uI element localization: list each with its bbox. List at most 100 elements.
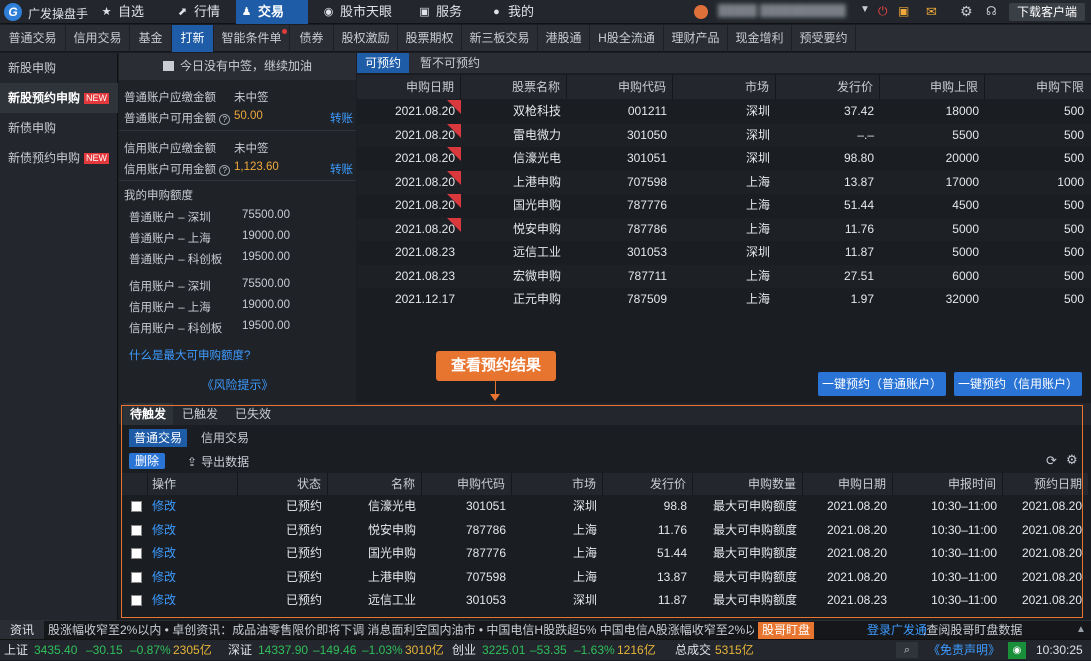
leftnav-new-stock[interactable]: 新股申购 bbox=[0, 53, 118, 83]
avatar[interactable] bbox=[694, 5, 708, 19]
reserve-normal-button[interactable]: 一键预约（普通账户） bbox=[818, 372, 946, 396]
subnav-options[interactable]: 股票期权 bbox=[398, 25, 462, 52]
table-row[interactable]: 2021.08.20 双枪科技 001211 深圳 37.42 18000 500 bbox=[357, 100, 1091, 124]
col-code[interactable]: 申购代码 bbox=[422, 473, 512, 495]
col-lower[interactable]: 申购下限 bbox=[985, 75, 1090, 99]
subnav-wealth[interactable]: 理财产品 bbox=[664, 25, 728, 52]
power-icon[interactable]: ⏻ bbox=[878, 4, 888, 19]
disclaimer-link[interactable]: 《免责声明》 bbox=[928, 640, 1000, 661]
table-row[interactable]: 2021.08.23 远信工业 301053 深圳 11.87 5000 500 bbox=[357, 241, 1091, 265]
lock-icon[interactable]: ▣ bbox=[898, 4, 909, 18]
row-checkbox[interactable] bbox=[131, 524, 142, 536]
leftnav-new-bond-reserve[interactable]: 新债预约申购 NEW bbox=[0, 143, 118, 173]
help-icon[interactable]: ? bbox=[219, 165, 231, 176]
leftnav-new-stock-reserve[interactable]: 新股预约申购 NEW bbox=[0, 83, 118, 113]
lower-table-header: 操作 状态 名称 申购代码 市场 发行价 申购数量 申购日期 申报时间 预约日期 bbox=[122, 473, 1088, 495]
leftnav-new-bond[interactable]: 新债申购 bbox=[0, 113, 118, 143]
col-market[interactable]: 市场 bbox=[673, 75, 776, 99]
col-action[interactable]: 操作 bbox=[148, 473, 238, 495]
subnav-hk-connect[interactable]: 港股通 bbox=[538, 25, 590, 52]
gear-icon[interactable]: ⚙ bbox=[960, 3, 973, 20]
tab-pending[interactable]: 待触发 bbox=[123, 403, 174, 425]
nav-watchlist[interactable]: ★ 自选 bbox=[96, 0, 158, 24]
col-date[interactable]: 申购日期 bbox=[357, 75, 461, 99]
table-row[interactable]: 修改 已预约 远信工业 301053 深圳 11.87 最大可申购额度 2021.08.23 1… bbox=[122, 589, 1088, 613]
login-link[interactable]: 登录广发通 bbox=[867, 621, 927, 640]
headset-icon[interactable]: ☊ bbox=[986, 4, 997, 18]
tab-normal-account[interactable]: 普通交易 bbox=[129, 429, 188, 447]
table-row[interactable]: 2021.12.17 正元申购 787509 上海 1.97 32000 500 bbox=[357, 288, 1091, 312]
export-button[interactable]: ⇪ 导出数据 bbox=[187, 453, 249, 470]
gear-icon[interactable]: ⚙ bbox=[1066, 452, 1078, 468]
table-row[interactable]: 修改 已预约 信濠光电 301051 深圳 98.8 最大可申购额度 2021.08.20 10… bbox=[122, 495, 1088, 519]
row-checkbox[interactable] bbox=[131, 548, 142, 560]
ticker-text[interactable]: 股涨幅收窄至2%以内 • 卓创资讯：成品油零售限价即将下调 消息面利空国内油市 … bbox=[48, 621, 754, 640]
table-row[interactable]: 2021.08.20 国光申购 787776 上海 51.44 4500 500 bbox=[357, 194, 1091, 218]
row-checkbox[interactable] bbox=[131, 571, 142, 583]
subnav-credit-trade[interactable]: 信用交易 bbox=[66, 25, 130, 52]
table-row[interactable]: 修改 已预约 悦安申购 787786 上海 11.76 最大可申购额度 2021.08.20 1… bbox=[122, 519, 1088, 543]
subnav-cash[interactable]: 现金增利 bbox=[728, 25, 792, 52]
credit-avail-label: 信用账户可用金额 ? bbox=[124, 161, 231, 177]
table-row[interactable]: 2021.08.23 宏微申购 787711 上海 27.51 6000 500 bbox=[357, 264, 1091, 288]
stock-watch-badge[interactable]: 股哥盯盘 bbox=[758, 622, 815, 639]
col-reserve-date[interactable]: 预约日期 bbox=[1003, 473, 1088, 495]
search-icon[interactable]: ⌕ bbox=[896, 642, 918, 658]
col-name[interactable]: 名称 bbox=[328, 473, 422, 495]
download-client-button[interactable]: 下载客户端 bbox=[1008, 3, 1085, 21]
subnav-tender[interactable]: 预受要约 bbox=[792, 25, 856, 52]
refresh-icon[interactable]: ⟳ bbox=[1046, 453, 1057, 469]
reserve-credit-button[interactable]: 一键预约（信用账户） bbox=[954, 372, 1082, 396]
table-row[interactable]: 2021.08.20 信濠光电 301051 深圳 98.80 20000 500 bbox=[357, 147, 1091, 171]
modify-link[interactable]: 修改 bbox=[148, 566, 238, 589]
col-name[interactable]: 股票名称 bbox=[461, 75, 567, 99]
subnav-h-share[interactable]: H股全流通 bbox=[590, 25, 664, 52]
subnav-bond[interactable]: 债券 bbox=[290, 25, 334, 52]
nav-service[interactable]: ▣ 服务 bbox=[414, 0, 476, 24]
nav-trade[interactable]: ♟ 交易 bbox=[236, 0, 308, 24]
col-time[interactable]: 申报时间 bbox=[893, 473, 1003, 495]
tab-not-reservable[interactable]: 暂不可预约 bbox=[412, 53, 488, 73]
help-icon[interactable]: ? bbox=[219, 114, 231, 125]
tab-expired[interactable]: 已失效 bbox=[228, 403, 278, 425]
subnav-normal-trade[interactable]: 普通交易 bbox=[0, 25, 66, 52]
nav-tianyan[interactable]: ◉ 股市天眼 bbox=[318, 0, 400, 24]
col-code[interactable]: 申购代码 bbox=[567, 75, 673, 99]
table-row[interactable]: 修改 已预约 上港申购 707598 上海 13.87 最大可申购额度 2021.08.20 1… bbox=[122, 566, 1088, 590]
col-date[interactable]: 申购日期 bbox=[803, 473, 893, 495]
col-market[interactable]: 市场 bbox=[512, 473, 603, 495]
subnav-ipo[interactable]: 打新 bbox=[172, 25, 214, 52]
subnav-equity-incentive[interactable]: 股权激励 bbox=[334, 25, 398, 52]
credit-transfer-link[interactable]: 转账 bbox=[330, 161, 353, 177]
chevron-down-icon[interactable]: ▼ bbox=[860, 4, 870, 15]
table-row[interactable]: 2021.08.20 悦安申购 787786 上海 11.76 5000 500 bbox=[357, 217, 1091, 241]
tab-credit-account[interactable]: 信用交易 bbox=[196, 429, 254, 447]
subnav-fund[interactable]: 基金 bbox=[130, 25, 172, 52]
tab-triggered[interactable]: 已触发 bbox=[175, 403, 225, 425]
table-row[interactable]: 修改 已预约 国光申购 787776 上海 51.44 最大可申购额度 2021.08.20 1… bbox=[122, 542, 1088, 566]
chevron-up-icon[interactable]: ▲ bbox=[1076, 624, 1086, 635]
table-row[interactable]: 2021.08.20 雷电微力 301050 深圳 –.– 5500 500 bbox=[357, 123, 1091, 147]
col-price[interactable]: 发行价 bbox=[603, 473, 693, 495]
modify-link[interactable]: 修改 bbox=[148, 495, 238, 518]
delete-button[interactable]: 删除 bbox=[129, 453, 166, 469]
subnav-smart-order[interactable]: 智能条件单 bbox=[214, 25, 290, 52]
max-quota-help-link[interactable]: 什么是最大可申购额度? bbox=[129, 347, 250, 363]
col-price[interactable]: 发行价 bbox=[776, 75, 880, 99]
col-upper[interactable]: 申购上限 bbox=[880, 75, 985, 99]
modify-link[interactable]: 修改 bbox=[148, 519, 238, 542]
nav-mine[interactable]: ● 我的 bbox=[486, 0, 548, 24]
row-checkbox[interactable] bbox=[131, 501, 142, 512]
col-status[interactable]: 状态 bbox=[238, 473, 328, 495]
modify-link[interactable]: 修改 bbox=[148, 589, 238, 612]
tab-reservable[interactable]: 可预约 bbox=[357, 53, 410, 73]
modify-link[interactable]: 修改 bbox=[148, 542, 238, 565]
normal-transfer-link[interactable]: 转账 bbox=[330, 110, 353, 126]
mail-icon[interactable]: ✉ bbox=[926, 4, 937, 20]
row-checkbox[interactable] bbox=[131, 595, 142, 607]
table-row[interactable]: 2021.08.20 上港申购 707598 上海 13.87 17000 1000 bbox=[357, 170, 1091, 194]
nav-market[interactable]: ⬈ 行情 bbox=[172, 0, 234, 24]
subnav-neeq[interactable]: 新三板交易 bbox=[462, 25, 538, 52]
col-quantity[interactable]: 申购数量 bbox=[693, 473, 803, 495]
risk-notice-link[interactable]: 《风险提示》 bbox=[119, 367, 356, 403]
